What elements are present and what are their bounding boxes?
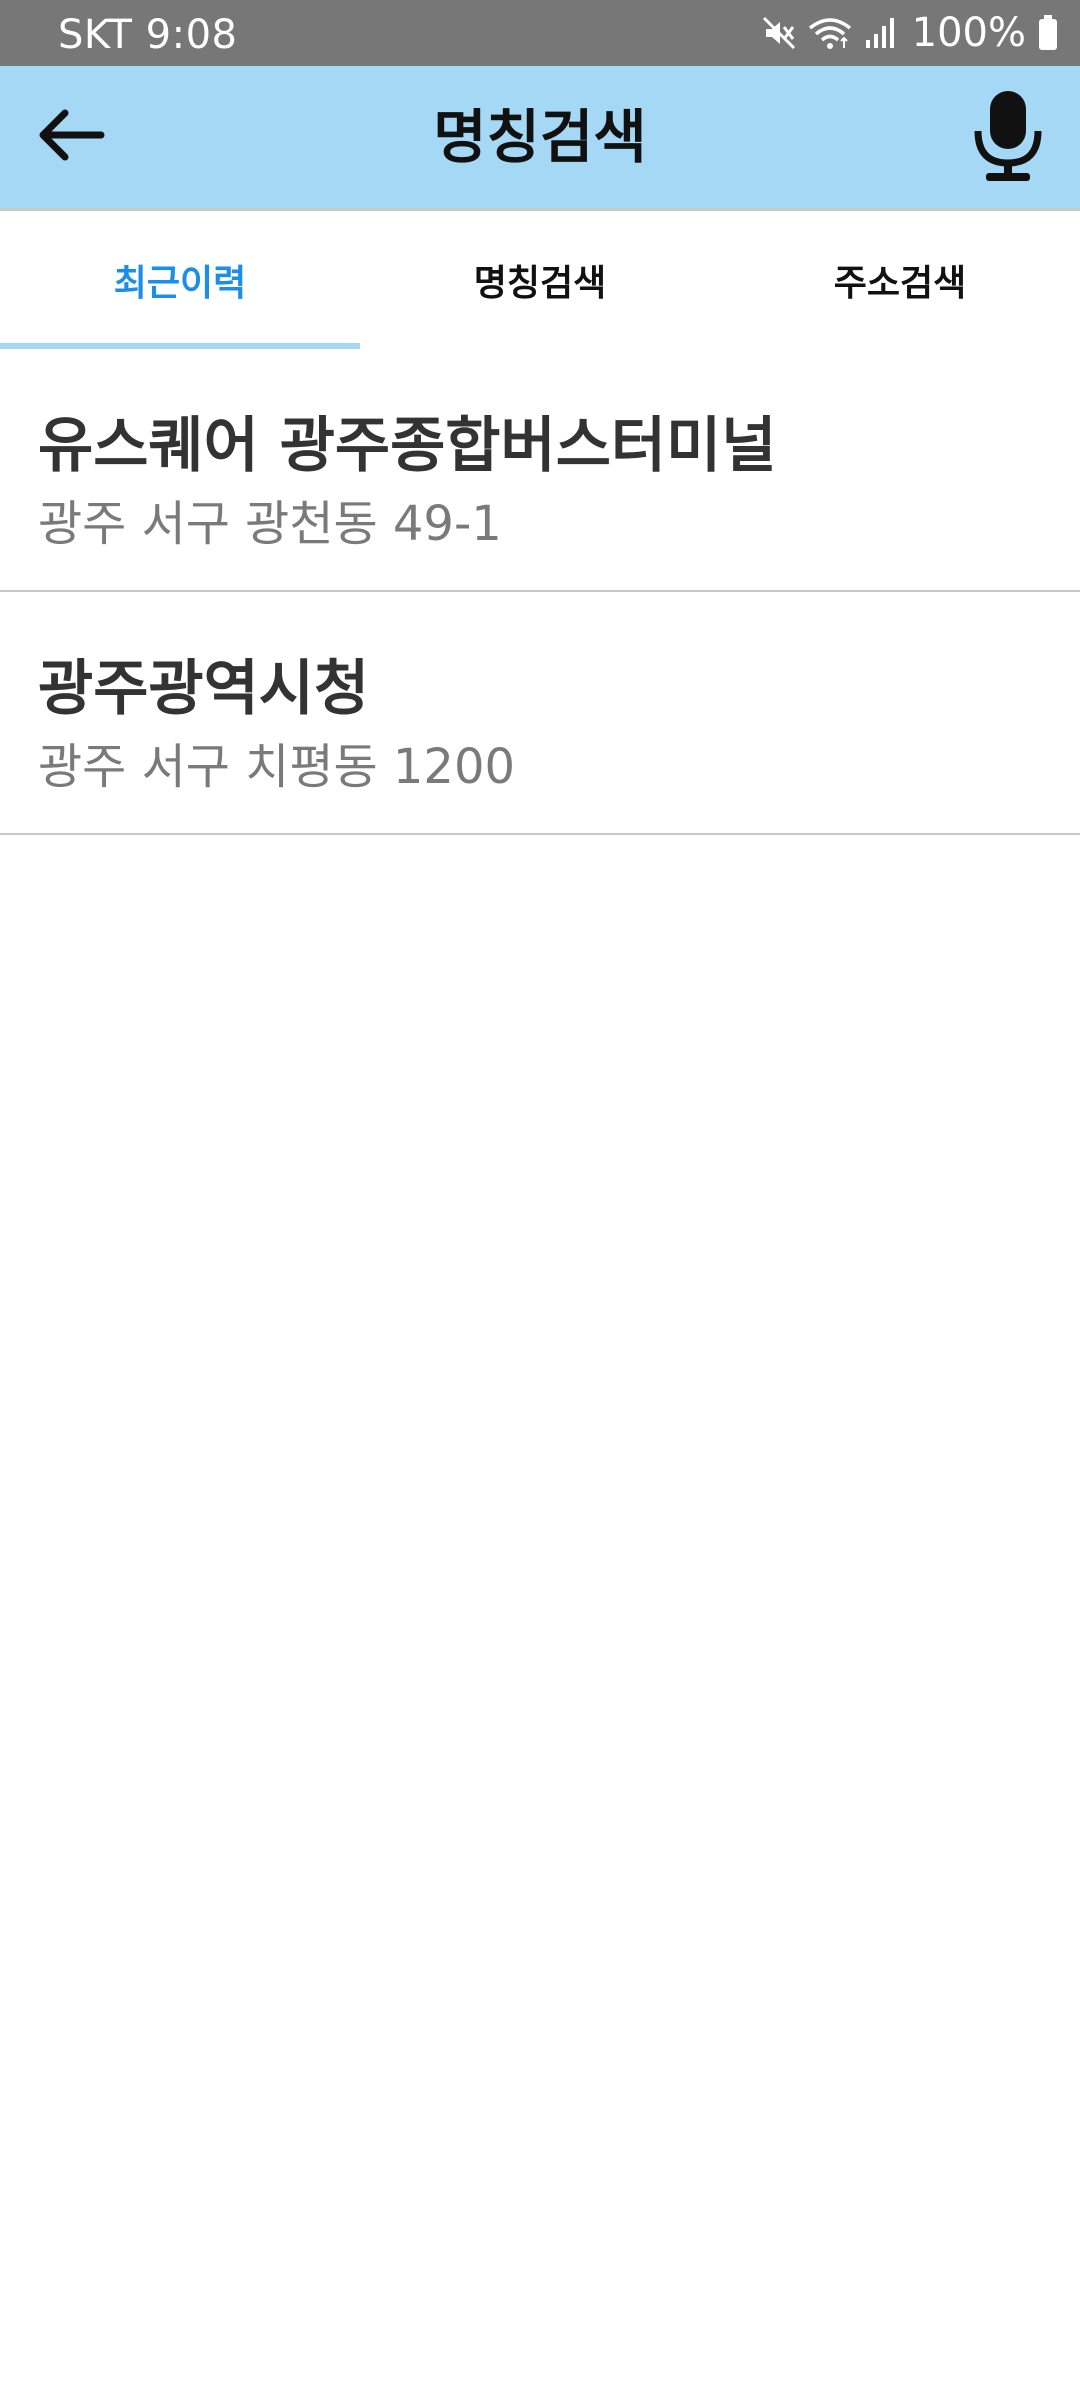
list-item[interactable]: 유스퀘어 광주종합버스터미널 광주 서구 광천동 49-1: [0, 349, 1080, 592]
recent-history-list: 유스퀘어 광주종합버스터미널 광주 서구 광천동 49-1 광주광역시청 광주 …: [0, 349, 1080, 835]
place-address: 광주 서구 치평동 1200: [38, 739, 516, 795]
tab-label: 최근이력: [113, 263, 247, 304]
battery-icon: [1038, 15, 1058, 51]
tab-label: 명칭검색: [473, 263, 607, 304]
status-icons: 100%: [762, 0, 1058, 66]
voice-search-button[interactable]: [960, 86, 1056, 190]
tab-bar: 최근이력 명칭검색 주소검색: [0, 211, 1080, 349]
status-bar: SKT 9:08 100%: [0, 0, 1080, 66]
signal-icon: [864, 16, 896, 50]
place-name: 광주광역시청: [38, 654, 370, 724]
place-address: 광주 서구 광천동 49-1: [38, 496, 502, 552]
page-title: 명칭검색: [433, 103, 647, 171]
place-name: 유스퀘어 광주종합버스터미널: [38, 411, 777, 481]
tab-label: 주소검색: [833, 263, 967, 304]
battery-percent: 100%: [911, 10, 1026, 56]
tab-name-search[interactable]: 명칭검색: [360, 211, 720, 349]
list-item[interactable]: 광주광역시청 광주 서구 치평동 1200: [0, 592, 1080, 835]
wifi-icon: [808, 16, 852, 50]
tab-recent-history[interactable]: 최근이력: [0, 211, 360, 349]
mute-icon: [762, 16, 796, 50]
microphone-icon: [972, 89, 1044, 187]
tab-address-search[interactable]: 주소검색: [720, 211, 1080, 349]
app-bar: 명칭검색: [0, 66, 1080, 211]
carrier-time: SKT 9:08: [58, 12, 238, 58]
